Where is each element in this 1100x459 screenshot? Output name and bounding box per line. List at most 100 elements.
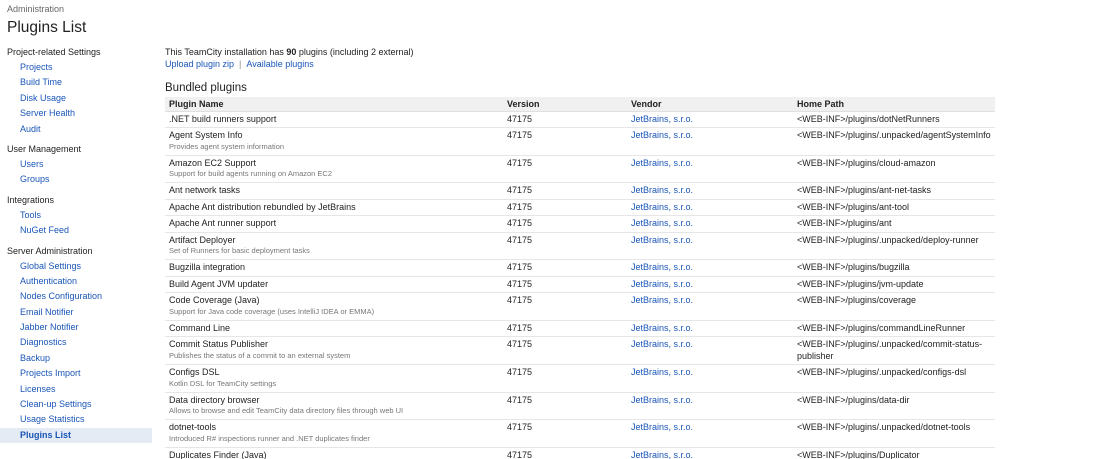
plugin-name: Command Line — [169, 322, 231, 333]
sidebar-item-usage-statistics[interactable]: Usage Statistics — [0, 412, 152, 427]
table-row: Amazon EC2 Support Support for build agen… — [165, 155, 995, 183]
plugin-home-path: <WEB-INF>/plugins/jvm-update — [793, 276, 995, 293]
plugin-description: Publishes the status of a commit to an e… — [169, 350, 351, 360]
plugin-name: Apache Ant runner support — [169, 218, 277, 228]
sidebar-item-groups[interactable]: Groups — [0, 172, 152, 187]
sidebar: Project-related Settings Projects Build Ti… — [0, 45, 152, 448]
sidebar-item-backup[interactable]: Backup — [0, 351, 152, 366]
available-plugins-link[interactable]: Available plugins — [246, 59, 313, 69]
plugin-description: Set of Runners for basic deployment task… — [169, 246, 310, 255]
breadcrumb[interactable]: Administration — [7, 4, 64, 14]
page-title: Plugins List — [7, 19, 87, 36]
plugin-vendor-cell: JetBrains, s.r.o. — [627, 419, 793, 448]
table-row: .NET build runners support 47175 JetBrains… — [165, 111, 995, 128]
plugin-vendor-cell: JetBrains, s.r.o. — [627, 292, 793, 321]
plugin-vendor-cell: JetBrains, s.r.o. — [627, 276, 793, 293]
plugin-vendor-link[interactable]: JetBrains, s.r.o. — [631, 158, 693, 168]
plugin-vendor-link[interactable]: JetBrains, s.r.o. — [631, 130, 693, 140]
sidebar-item-nuget-feed[interactable]: NuGet Feed — [0, 223, 152, 238]
sidebar-item-nodes-configuration[interactable]: Nodes Configuration — [0, 289, 152, 304]
plugin-name: Ant network tasks — [169, 185, 241, 195]
plugin-name-cell: Artifact Deployer Set of Runners for basi… — [165, 232, 503, 260]
plugin-name: Artifact Deployer — [169, 234, 236, 245]
plugin-vendor-link[interactable]: JetBrains, s.r.o. — [631, 202, 693, 212]
plugins-summary: This TeamCity installation has 90 plugin… — [165, 46, 995, 58]
plugin-name-cell: dotnet-tools Introduced R# inspections ru… — [165, 419, 503, 448]
sidebar-item-users[interactable]: Users — [0, 157, 152, 172]
plugin-vendor-link[interactable]: JetBrains, s.r.o. — [631, 395, 693, 405]
sidebar-group: Project-related Settings Projects Build Ti… — [0, 45, 152, 137]
plugin-version: 47175 — [503, 111, 627, 128]
sidebar-item-plugins-list[interactable]: Plugins List — [0, 427, 152, 444]
bundled-plugins-heading: Bundled plugins — [165, 82, 247, 94]
upload-plugin-zip-link[interactable]: Upload plugin zip — [165, 59, 234, 69]
plugin-version: 47175 — [503, 419, 627, 448]
table-row: Agent System Info Provides agent system i… — [165, 127, 995, 156]
plugin-name-cell: Ant network tasks — [165, 182, 503, 200]
sidebar-item-build-time[interactable]: Build Time — [0, 75, 152, 90]
summary-prefix: This TeamCity installation has — [165, 47, 287, 57]
plugin-version: 47175 — [503, 364, 627, 393]
plugin-vendor-link[interactable]: JetBrains, s.r.o. — [631, 279, 693, 289]
plugin-name: Agent System Info — [169, 130, 243, 140]
sidebar-group-title: Server Administration — [7, 245, 93, 256]
plugin-vendor-cell: JetBrains, s.r.o. — [627, 232, 793, 260]
sidebar-item-diagnostics[interactable]: Diagnostics — [0, 335, 152, 350]
links-separator: | — [239, 59, 242, 69]
plugin-name: .NET build runners support — [169, 113, 277, 124]
plugin-name-cell: Duplicates Finder (Java)Finds and report… — [165, 447, 503, 459]
plugin-vendor-cell: JetBrains, s.r.o. — [627, 127, 793, 156]
plugin-name-cell: .NET build runners support — [165, 111, 503, 128]
plugin-version: 47175 — [503, 155, 627, 183]
table-row: Configs DSL Kotlin DSL for TeamCity setti… — [165, 364, 995, 393]
plugin-description: Provides agent system information — [169, 141, 285, 151]
table-row: dotnet-tools Introduced R# inspections ru… — [165, 419, 995, 448]
sidebar-item-projects-import[interactable]: Projects Import — [0, 366, 152, 381]
sidebar-item-server-health[interactable]: Server Health — [0, 106, 152, 121]
sidebar-item-clean-up-settings[interactable]: Clean-up Settings — [0, 397, 152, 412]
plugin-vendor-link[interactable]: JetBrains, s.r.o. — [631, 323, 693, 333]
plugin-vendor-link[interactable]: JetBrains, s.r.o. — [631, 218, 693, 228]
table-row: Duplicates Finder (Java)Finds and report… — [165, 447, 995, 459]
sidebar-item-disk-usage[interactable]: Disk Usage — [0, 91, 152, 106]
sidebar-item-licenses[interactable]: Licenses — [0, 382, 152, 397]
plugin-vendor-link[interactable]: JetBrains, s.r.o. — [631, 235, 693, 245]
plugin-vendor-cell: JetBrains, s.r.o. — [627, 199, 793, 216]
plugin-home-path: <WEB-INF>/plugins/bugzilla — [793, 259, 995, 277]
plugin-home-path: <WEB-INF>/plugins/ant-net-tasks — [793, 182, 995, 200]
sidebar-item-email-notifier[interactable]: Email Notifier — [0, 305, 152, 320]
plugin-vendor-link[interactable]: JetBrains, s.r.o. — [631, 114, 693, 124]
plugin-vendor-cell: JetBrains, s.r.o. — [627, 155, 793, 183]
column-header-home-path: Home Path — [793, 97, 995, 112]
plugin-vendor-link[interactable]: JetBrains, s.r.o. — [631, 367, 693, 377]
plugin-vendor-link[interactable]: JetBrains, s.r.o. — [631, 339, 693, 349]
plugin-name: Code Coverage (Java) — [169, 295, 260, 305]
plugin-vendor-link[interactable]: JetBrains, s.r.o. — [631, 422, 693, 432]
plugin-vendor-link[interactable]: JetBrains, s.r.o. — [631, 262, 693, 272]
plugin-vendor-link[interactable]: JetBrains, s.r.o. — [631, 295, 693, 305]
plugins-table: Plugin Name Version Vendor Home Path .NE… — [165, 97, 995, 459]
plugin-name-cell: Bugzilla integration — [165, 259, 503, 277]
plugin-home-path: <WEB-INF>/plugins/dotNetRunners — [793, 111, 995, 128]
plugin-description: Support for build agents running on Amaz… — [169, 169, 333, 178]
plugin-home-path: <WEB-INF>/plugins/coverage — [793, 292, 995, 321]
summary-suffix: plugins (including 2 external) — [296, 47, 414, 57]
plugin-name: dotnet-tools — [169, 422, 217, 432]
plugin-name: Commit Status Publisher — [169, 339, 269, 349]
plugin-count: 90 — [286, 47, 297, 57]
column-header-version: Version — [503, 97, 627, 112]
sidebar-item-global-settings[interactable]: Global Settings — [0, 259, 152, 274]
sidebar-item-audit[interactable]: Audit — [0, 122, 152, 137]
plugin-home-path: <WEB-INF>/plugins/.unpacked/dotnet-tools — [793, 419, 995, 448]
sidebar-item-jabber-notifier[interactable]: Jabber Notifier — [0, 320, 152, 335]
plugin-vendor-link[interactable]: JetBrains, s.r.o. — [631, 185, 693, 195]
plugin-description: Introduced R# inspections runner and .NE… — [169, 433, 370, 443]
plugin-version: 47175 — [503, 392, 627, 420]
table-row: Build Agent JVM updater 47175 JetBrains, s… — [165, 276, 995, 293]
column-header-vendor: Vendor — [627, 97, 793, 112]
sidebar-item-tools[interactable]: Tools — [0, 208, 152, 223]
sidebar-item-projects[interactable]: Projects — [0, 60, 152, 75]
sidebar-item-authentication[interactable]: Authentication — [0, 274, 152, 289]
table-row: Artifact Deployer Set of Runners for basi… — [165, 232, 995, 260]
plugin-vendor-link[interactable]: JetBrains, s.r.o. — [631, 450, 693, 459]
